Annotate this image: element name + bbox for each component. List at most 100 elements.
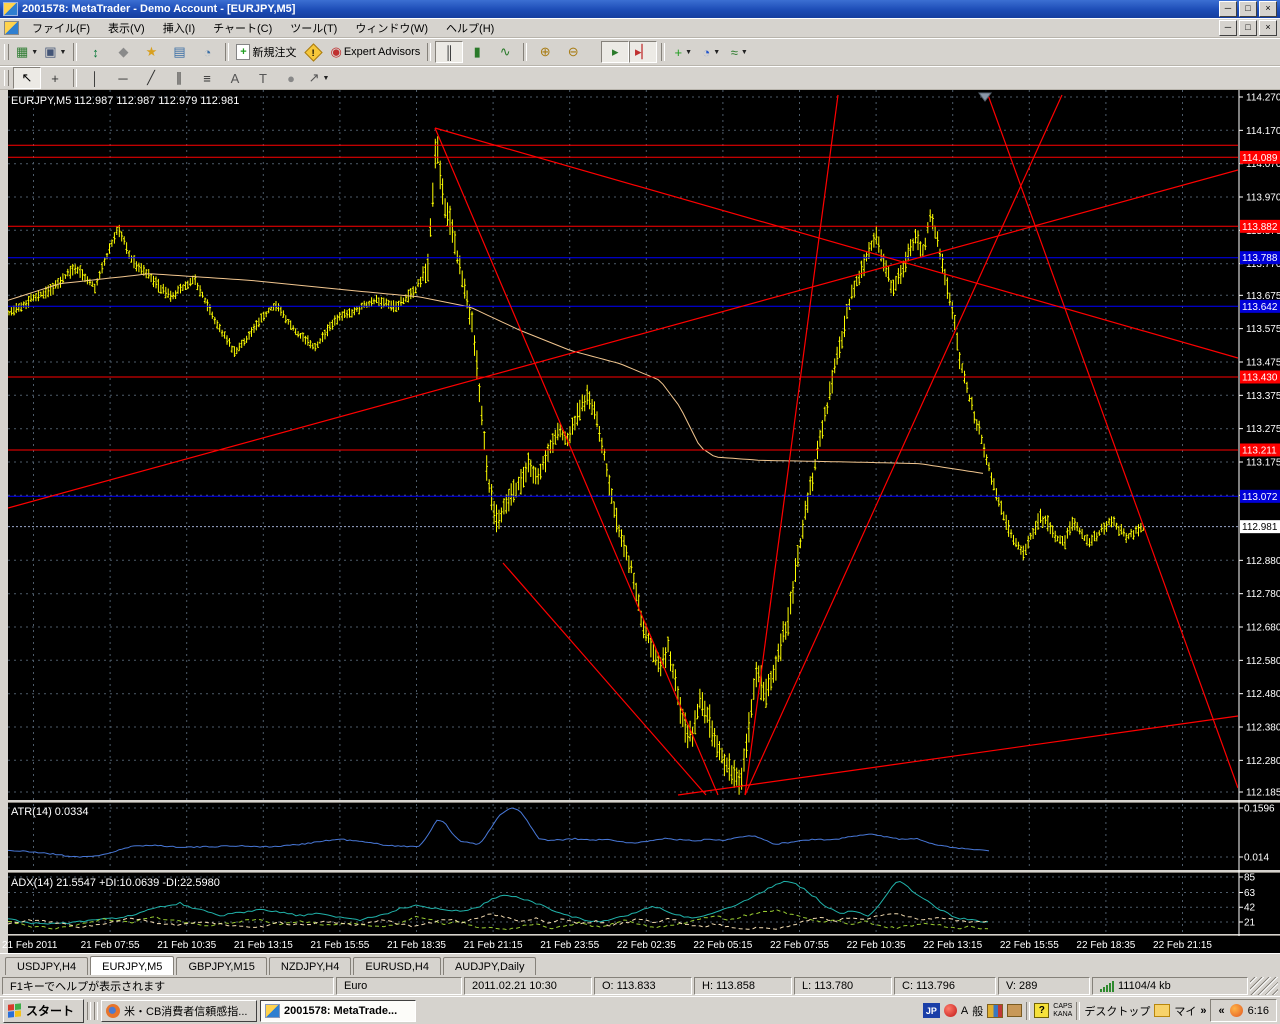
fibonacci-button[interactable]: ≡: [193, 67, 221, 89]
menu-help[interactable]: ヘルプ(H): [437, 17, 503, 39]
price-badge-label: 113.430: [1242, 373, 1278, 384]
new-order-button[interactable]: +新規注文: [233, 41, 299, 63]
profiles-button[interactable]: ▣▼: [41, 41, 69, 63]
auto-scroll-button[interactable]: ▸: [601, 41, 629, 63]
navigator-button[interactable]: ◆: [109, 41, 137, 63]
time-label: 22 Feb 18:35: [1076, 940, 1135, 951]
ime-input-mode[interactable]: A: [961, 1005, 968, 1017]
start-button[interactable]: スタート: [3, 999, 84, 1023]
tray-app-icon[interactable]: [1230, 1004, 1243, 1017]
chart-tab-gbpjpy[interactable]: GBPJPY,M15: [176, 957, 266, 975]
status-help-text: F1キーでヘルプが表示されます: [2, 977, 334, 995]
child-restore-button[interactable]: □: [1239, 20, 1257, 36]
text-icon: A: [231, 71, 240, 86]
toolbar-overflow-chevron[interactable]: »: [1200, 1005, 1206, 1017]
resize-grip[interactable]: [1250, 977, 1278, 995]
close-button[interactable]: ×: [1259, 1, 1277, 17]
time-label: 22 Feb 13:15: [923, 940, 982, 951]
trendline-icon: ╱: [147, 70, 155, 86]
caps-label: CAPS: [1053, 1003, 1072, 1011]
chart-shift-button[interactable]: ▸▏: [629, 41, 657, 63]
menu-file[interactable]: ファイル(F): [23, 17, 99, 39]
task-button-metatrader[interactable]: 2001578: MetaTrade...: [260, 1000, 416, 1022]
toolbar-grip[interactable]: [4, 70, 9, 86]
chart-legend: EURJPY,M5 112.987 112.987 112.979 112.98…: [11, 95, 239, 107]
menu-tools[interactable]: ツール(T): [281, 17, 346, 39]
chart-tab-audjpy[interactable]: AUDJPY,Daily: [443, 957, 537, 975]
indicators-dropdown-icon: ▼: [685, 49, 692, 56]
equidistant-channel-icon: ∥: [176, 70, 183, 86]
chart-tab-usdjpy[interactable]: USDJPY,H4: [5, 957, 88, 975]
market-watch-icon: ↕: [92, 45, 99, 60]
restore-button[interactable]: □: [1239, 1, 1257, 17]
chart-tab-eurjpy[interactable]: EURJPY,M5: [90, 956, 174, 975]
line-chart-mode-button[interactable]: ∿: [491, 41, 519, 63]
quick-launch-separator: [87, 1002, 91, 1020]
cursor-icon: ↖: [22, 70, 33, 86]
zoom-out-button[interactable]: ⊖: [559, 41, 587, 63]
new-chart-button[interactable]: ▦▼: [13, 41, 41, 63]
indicators-button[interactable]: +▼: [669, 41, 697, 63]
chart-window-icon[interactable]: [4, 21, 19, 35]
favorites-icon: ★: [146, 44, 158, 60]
price-badge-label: 112.981: [1242, 522, 1278, 533]
zoom-in-button[interactable]: ⊕: [531, 41, 559, 63]
ime-dictionary-icon[interactable]: [1007, 1004, 1022, 1017]
text-label-button[interactable]: T: [249, 67, 277, 89]
chart-tab-eurusd[interactable]: EURUSD,H4: [353, 957, 441, 975]
favorites-button[interactable]: ★: [137, 41, 165, 63]
adx-tick-label: 21: [1244, 918, 1256, 929]
equidistant-channel-button[interactable]: ∥: [165, 67, 193, 89]
bar-chart-mode-button[interactable]: ║: [435, 41, 463, 63]
toolbar-separator: [225, 43, 229, 61]
toolbar-separator: [523, 43, 527, 61]
cursor-button[interactable]: ↖: [13, 67, 41, 89]
arrows-button[interactable]: ↗▼: [305, 67, 333, 89]
text-button[interactable]: A: [221, 67, 249, 89]
task-button-firefox[interactable]: 米・CB消費者信頼感指...: [101, 1000, 257, 1022]
data-window-button[interactable]: ▤: [165, 41, 193, 63]
tray-expand-chevron[interactable]: «: [1218, 1005, 1224, 1017]
atr-tick-label: 0.1596: [1244, 804, 1275, 815]
ime-conversion-mode[interactable]: 般: [972, 1003, 983, 1019]
toolbar-grip[interactable]: [4, 44, 9, 60]
folder-icon[interactable]: [1154, 1004, 1170, 1017]
language-indicator[interactable]: JP: [923, 1003, 940, 1018]
candlestick-mode-button[interactable]: ▮: [463, 41, 491, 63]
price-chart[interactable]: 114.270114.170114.070113.970113.870113.7…: [0, 90, 1280, 953]
crosshair-button[interactable]: +: [41, 67, 69, 89]
candlestick-mode-icon: ▮: [474, 44, 481, 60]
expert-advisors-button[interactable]: ◉Expert Advisors: [327, 41, 423, 63]
atr-legend: ATR(14) 0.0334: [11, 806, 88, 818]
child-close-button[interactable]: ×: [1259, 20, 1277, 36]
zoom-in-icon: ⊕: [540, 44, 551, 60]
alert-button[interactable]: !: [299, 41, 327, 63]
price-badge-label: 113.882: [1242, 222, 1278, 233]
child-minimize-button[interactable]: ─: [1219, 20, 1237, 36]
periods-button[interactable]: ◔▼: [697, 41, 725, 63]
time-label: 21 Feb 15:55: [310, 940, 369, 951]
my-folder-label[interactable]: マイ: [1174, 1003, 1196, 1019]
minimize-button[interactable]: ─: [1219, 1, 1237, 17]
menu-window[interactable]: ウィンドウ(W): [346, 17, 437, 39]
chart-tab-nzdjpy[interactable]: NZDJPY,H4: [269, 957, 351, 975]
ime-help-icon[interactable]: ?: [1034, 1003, 1049, 1018]
ellipse-button[interactable]: ●: [277, 67, 305, 89]
strategy-tester-button[interactable]: ◔: [193, 41, 221, 63]
desktop-toolbar-label[interactable]: デスクトップ: [1084, 1003, 1150, 1019]
market-watch-button[interactable]: ↕: [81, 41, 109, 63]
chart-area[interactable]: 114.270114.170114.070113.970113.870113.7…: [0, 90, 1280, 953]
alert-icon: !: [304, 43, 322, 61]
templates-button[interactable]: ≈▼: [725, 41, 753, 63]
trendline-button[interactable]: ╱: [137, 67, 165, 89]
menu-insert[interactable]: 挿入(I): [154, 17, 204, 39]
ime-tool-icon[interactable]: [944, 1004, 957, 1017]
ime-pad-icon[interactable]: [987, 1004, 1003, 1018]
new-chart-icon: ▦: [16, 44, 28, 60]
horizontal-line-button[interactable]: ─: [109, 67, 137, 89]
price-tick-label: 113.575: [1246, 324, 1280, 335]
menu-view[interactable]: 表示(V): [99, 17, 154, 39]
price-tick-label: 113.275: [1246, 424, 1280, 435]
vertical-line-button[interactable]: │: [81, 67, 109, 89]
menu-charts[interactable]: チャート(C): [204, 17, 281, 39]
